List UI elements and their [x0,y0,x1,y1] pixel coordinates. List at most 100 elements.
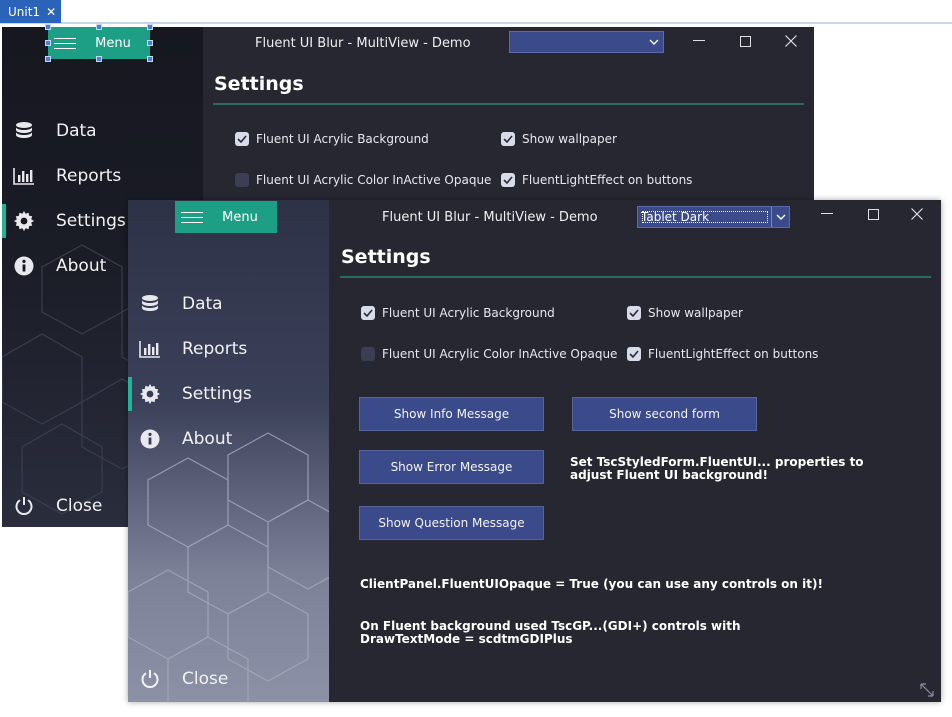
selection-handle[interactable] [45,56,51,62]
back-nav-data[interactable]: Data [12,120,97,142]
front-nav-data[interactable]: Data [138,293,223,315]
show-second-form-button[interactable]: Show second form [572,397,757,431]
front-checkbox-light-effect-label: FluentLightEffect on buttons [648,347,819,361]
window-close-button[interactable] [769,27,813,55]
front-nav-about[interactable]: About [138,428,232,450]
maximize-button[interactable] [723,27,767,55]
front-checkbox-wallpaper[interactable]: Show wallpaper [627,306,743,320]
close-icon [911,208,923,220]
front-nav-reports-label: Reports [182,339,248,359]
resize-grip-icon[interactable] [919,682,935,698]
back-nav-settings[interactable]: Settings [2,204,126,238]
hamburger-icon [181,208,203,227]
selection-handle[interactable] [45,40,51,46]
power-icon [138,668,162,690]
checkbox-checked-icon [361,306,375,320]
front-checkbox-inactive-opaque[interactable]: Fluent UI Acrylic Color InActive Opaque [361,347,617,361]
checkbox-unchecked-icon [361,347,375,361]
back-checkbox-acrylic-bg[interactable]: Fluent UI Acrylic Background [235,132,429,146]
hexagon-background [128,200,329,702]
back-nav-reports[interactable]: Reports [12,165,121,187]
minimize-button[interactable] [677,27,721,55]
checkbox-checked-icon [501,132,515,146]
back-close-label: Close [56,496,103,516]
database-icon [138,293,162,315]
database-icon [12,120,36,142]
window-close-button[interactable] [895,200,939,228]
front-window-title: Fluent UI Blur - MultiView - Demo [382,210,598,225]
back-checkbox-light-effect[interactable]: FluentLightEffect on buttons [501,173,692,187]
chevron-down-icon [645,32,663,52]
minimize-icon [693,40,705,41]
front-menu-label: Menu [222,209,258,225]
chevron-down-icon [771,207,789,227]
styled-form-note: Set TscStyledForm.FluentUI... properties… [570,456,864,482]
info-icon [12,255,36,277]
bar-chart-icon [138,338,162,360]
front-style-combo[interactable]: Tablet Dark [637,206,790,228]
tab-unit1-label: Unit1 [8,4,41,19]
checkbox-checked-icon [235,132,249,146]
show-info-message-button[interactable]: Show Info Message [359,397,544,431]
back-nav-about[interactable]: About [12,255,106,277]
front-close-label: Close [182,669,229,689]
client-panel-note: ClientPanel.FluentUIOpaque = True (you c… [360,577,823,591]
checkbox-checked-icon [501,173,515,187]
maximize-button[interactable] [851,200,895,228]
hamburger-icon [54,34,76,53]
show-error-message-button[interactable]: Show Error Message [359,450,544,484]
front-checkbox-inactive-opaque-label: Fluent UI Acrylic Color InActive Opaque [382,347,618,361]
back-heading-rule [213,103,804,105]
front-style-combo-value: Tablet Dark [641,210,769,224]
front-nav-reports[interactable]: Reports [138,338,247,360]
back-checkbox-wallpaper[interactable]: Show wallpaper [501,132,617,146]
info-icon [138,428,162,450]
gdi-note-line2: DrawTextMode = scdtmGDIPlus [360,632,573,646]
front-nav-settings[interactable]: Settings [128,377,252,411]
front-menu-button[interactable]: Menu [175,201,277,233]
bar-chart-icon [12,165,36,187]
back-checkbox-inactive-opaque-label: Fluent UI Acrylic Color InActive Opaque [256,173,492,187]
back-settings-heading: Settings [214,73,304,95]
styled-form-note-line2: adjust Fluent UI background! [570,468,768,482]
front-checkbox-light-effect[interactable]: FluentLightEffect on buttons [627,347,818,361]
back-checkbox-acrylic-bg-label: Fluent UI Acrylic Background [256,132,429,146]
back-nav-about-label: About [56,256,107,276]
close-icon [785,35,797,47]
back-checkbox-inactive-opaque[interactable]: Fluent UI Acrylic Color InActive Opaque [235,173,491,187]
tab-unit1[interactable]: Unit1 ✕ [0,0,61,23]
checkbox-checked-icon [627,306,641,320]
selection-handle[interactable] [147,40,153,46]
minimize-button[interactable] [805,200,849,228]
front-nav-about-label: About [182,429,233,449]
selection-handle[interactable] [147,56,153,62]
gear-icon [138,383,162,405]
show-question-message-button[interactable]: Show Question Message [359,506,544,540]
front-nav-settings-label: Settings [182,384,252,404]
gear-icon [12,210,36,232]
front-settings-heading: Settings [341,246,431,268]
front-nav-data-label: Data [182,294,223,314]
front-checkbox-wallpaper-label: Show wallpaper [648,306,743,320]
back-checkbox-wallpaper-label: Show wallpaper [522,132,617,146]
back-checkbox-light-effect-label: FluentLightEffect on buttons [522,173,693,187]
selection-handle[interactable] [96,24,102,30]
front-checkbox-acrylic-bg[interactable]: Fluent UI Acrylic Background [361,306,555,320]
selection-handle[interactable] [147,24,153,30]
back-close-button[interactable]: Close [12,495,102,517]
close-icon[interactable]: ✕ [46,6,56,18]
front-checkbox-acrylic-bg-label: Fluent UI Acrylic Background [382,306,555,320]
front-heading-rule [340,276,931,278]
selection-handle[interactable] [45,24,51,30]
gdi-note: On Fluent background used TscGP...(GDI+)… [360,620,741,646]
front-close-button[interactable]: Close [138,668,228,690]
front-window: Menu Data Reports Settings About Close F… [128,200,941,702]
ide-tab-strip: Unit1 ✕ [0,0,952,24]
back-menu-button[interactable]: Menu [48,27,150,59]
back-menu-label: Menu [95,35,131,51]
back-nav-settings-label: Settings [56,211,126,231]
maximize-icon [739,35,751,47]
selection-handle[interactable] [96,56,102,62]
back-style-combo[interactable] [509,31,664,53]
checkbox-checked-icon [627,347,641,361]
